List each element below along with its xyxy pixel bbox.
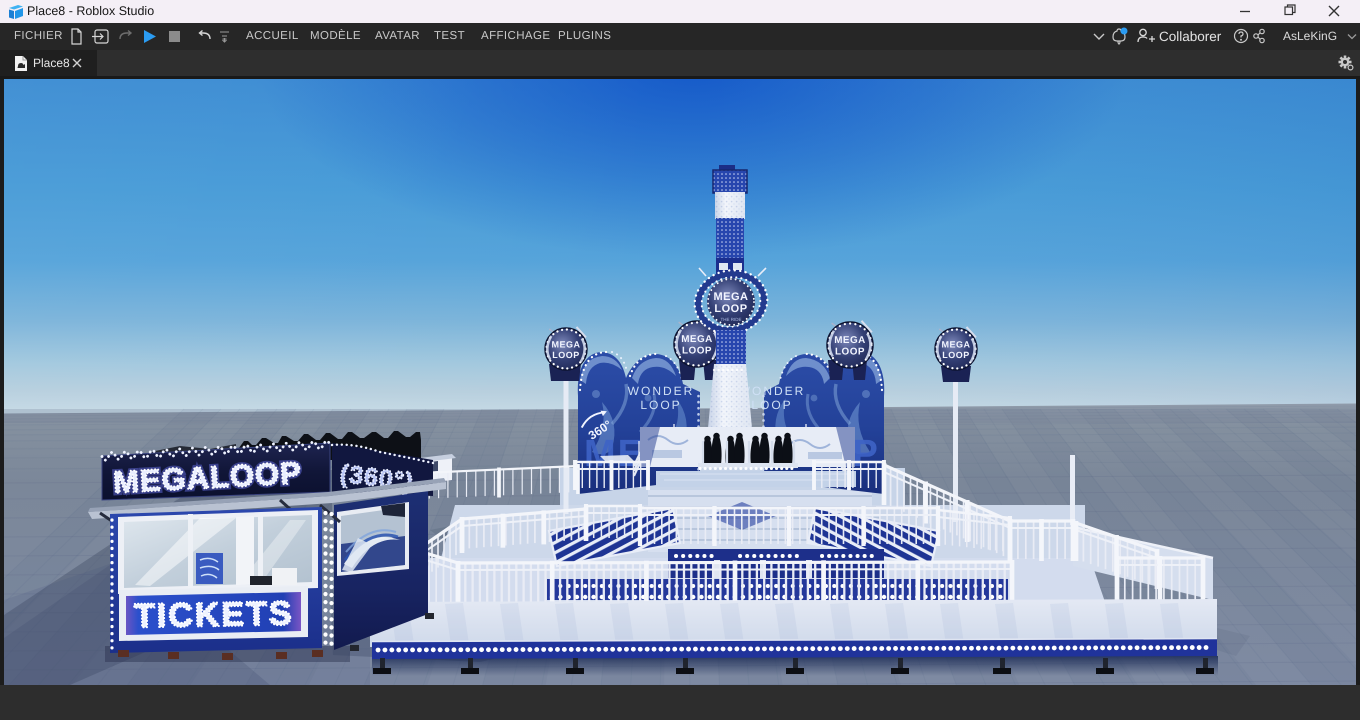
- svg-text:THE RIDE: THE RIDE: [720, 317, 741, 322]
- svg-text:AsLeKinG: AsLeKinG: [1283, 29, 1337, 43]
- svg-text:MEGA: MEGA: [714, 291, 749, 303]
- svg-text:WONDER: WONDER: [628, 384, 695, 398]
- svg-text:LOOP: LOOP: [552, 350, 580, 360]
- svg-text:TICKETS: TICKETS: [134, 595, 294, 636]
- svg-text:LOOP: LOOP: [942, 350, 970, 360]
- svg-text:LOOP: LOOP: [835, 347, 865, 358]
- svg-text:MEGA: MEGA: [681, 334, 713, 345]
- svg-text:MEGA: MEGA: [552, 339, 581, 349]
- svg-text:MEGA: MEGA: [942, 339, 971, 349]
- svg-text:LOOP: LOOP: [751, 398, 792, 412]
- svg-text:MEGA: MEGA: [834, 335, 866, 346]
- svg-text:Collaborer: Collaborer: [1159, 29, 1222, 44]
- svg-text:LOOP: LOOP: [640, 398, 681, 412]
- svg-text:LOOP: LOOP: [714, 303, 747, 315]
- svg-text:LOOP: LOOP: [682, 346, 712, 357]
